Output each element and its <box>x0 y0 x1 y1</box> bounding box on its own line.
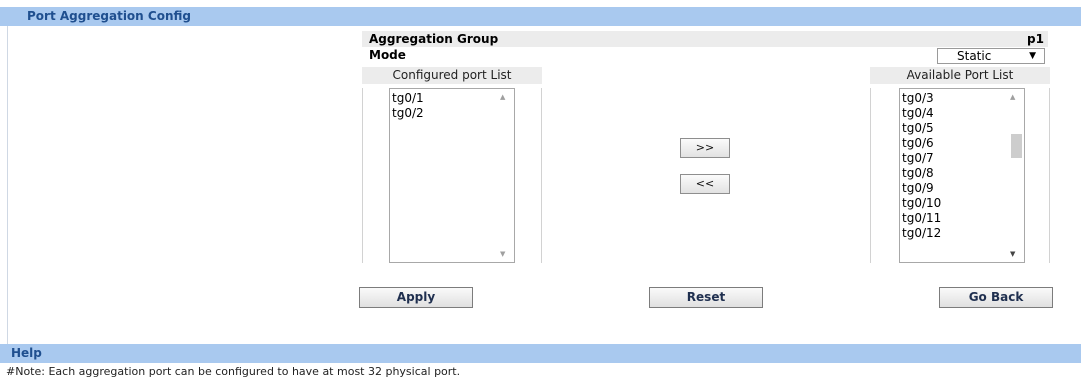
list-item[interactable]: tg0/9 <box>902 181 941 196</box>
apply-button[interactable]: Apply <box>359 287 473 308</box>
aggregation-group-label: Aggregation Group <box>369 32 499 46</box>
list-item[interactable]: tg0/6 <box>902 136 941 151</box>
list-item[interactable]: tg0/3 <box>902 91 941 106</box>
list-item[interactable]: tg0/2 <box>392 106 424 121</box>
list-item[interactable]: tg0/12 <box>902 226 941 241</box>
scroll-up-arrow-icon[interactable]: ▲ <box>500 93 505 101</box>
add-port-button[interactable]: >> <box>680 138 730 158</box>
help-note: #Note: Each aggregation port can be conf… <box>6 365 461 378</box>
mode-select[interactable]: Static ▼ <box>937 48 1045 64</box>
remove-port-button[interactable]: << <box>680 174 730 194</box>
available-port-list-header: Available Port List <box>870 67 1050 84</box>
aggregation-group-row: Aggregation Group p1 <box>362 31 1048 47</box>
mode-select-value: Static <box>957 49 992 63</box>
available-list-scrollbar[interactable]: ▲ ▼ <box>1007 89 1024 262</box>
help-title: Help <box>11 346 42 360</box>
list-item[interactable]: tg0/11 <box>902 211 941 226</box>
list-item[interactable]: tg0/8 <box>902 166 941 181</box>
list-item[interactable]: tg0/4 <box>902 106 941 121</box>
configured-list-scrollbar[interactable]: ▲ ▼ <box>497 89 514 262</box>
configured-port-list-header: Configured port List <box>362 67 542 84</box>
scroll-down-arrow-icon[interactable]: ▼ <box>500 250 505 258</box>
configured-port-listbox[interactable]: tg0/1 tg0/2 ▲ ▼ <box>389 88 515 263</box>
aggregation-group-value: p1 <box>1027 32 1044 46</box>
page-title: Port Aggregation Config <box>27 9 191 23</box>
mode-label: Mode <box>369 48 406 62</box>
list-item[interactable]: tg0/10 <box>902 196 941 211</box>
available-port-listbox[interactable]: tg0/3 tg0/4 tg0/5 tg0/6 tg0/7 tg0/8 tg0/… <box>899 88 1025 263</box>
reset-button[interactable]: Reset <box>649 287 763 308</box>
go-back-button[interactable]: Go Back <box>939 287 1053 308</box>
page-title-bar: Port Aggregation Config <box>0 7 1081 26</box>
scrollbar-thumb[interactable] <box>1011 134 1022 158</box>
chevron-down-icon: ▼ <box>1029 51 1036 61</box>
list-item[interactable]: tg0/1 <box>392 91 424 106</box>
scroll-down-arrow-icon[interactable]: ▼ <box>1010 250 1015 258</box>
help-bar: Help <box>0 344 1081 363</box>
scroll-up-arrow-icon[interactable]: ▲ <box>1010 93 1015 101</box>
list-item[interactable]: tg0/7 <box>902 151 941 166</box>
list-item[interactable]: tg0/5 <box>902 121 941 136</box>
